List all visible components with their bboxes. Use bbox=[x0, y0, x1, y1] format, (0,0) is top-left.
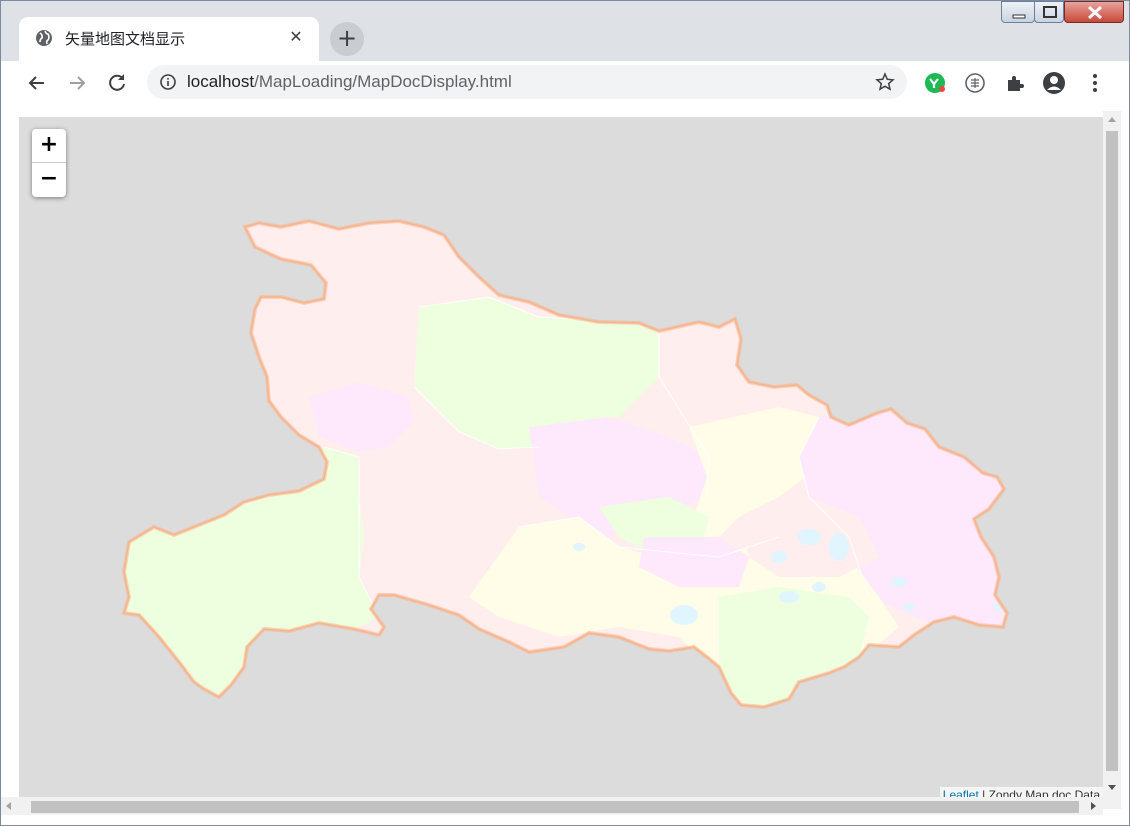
horizontal-scrollbar[interactable] bbox=[1, 797, 1103, 815]
minimize-icon bbox=[1012, 14, 1026, 19]
bookmark-star-icon[interactable] bbox=[875, 72, 895, 92]
address-bar[interactable]: localhost/MapLoading/MapDocDisplay.html bbox=[147, 65, 907, 99]
menu-kebab-icon[interactable] bbox=[1083, 71, 1107, 95]
page-viewport: + − Leaflet | Zondy Map doc Data bbox=[1, 105, 1129, 825]
extension-translate-icon[interactable] bbox=[963, 71, 987, 95]
scroll-down-arrow-icon[interactable] bbox=[1103, 781, 1121, 795]
browser-toolbar: localhost/MapLoading/MapDocDisplay.html bbox=[1, 61, 1129, 106]
reload-icon[interactable] bbox=[103, 69, 131, 97]
close-window-icon bbox=[1087, 5, 1103, 20]
horizontal-scroll-thumb[interactable] bbox=[31, 801, 1079, 813]
globe-icon bbox=[36, 30, 52, 46]
url-host: localhost bbox=[187, 72, 255, 91]
minimize-button[interactable] bbox=[1001, 1, 1035, 23]
extensions-puzzle-icon[interactable] bbox=[1003, 71, 1027, 95]
zoom-in-button[interactable]: + bbox=[32, 129, 66, 163]
zoom-out-button[interactable]: − bbox=[32, 163, 66, 196]
forward-icon[interactable] bbox=[63, 69, 91, 97]
window-close-button[interactable] bbox=[1064, 1, 1124, 23]
back-icon[interactable] bbox=[23, 69, 51, 97]
maximize-button[interactable] bbox=[1034, 1, 1064, 23]
zoom-control: + − bbox=[32, 129, 66, 197]
tab-strip: 矢量地图文档显示 ✕ + bbox=[1, 1, 1129, 61]
region-west-green[interactable] bbox=[119, 447, 379, 707]
close-tab-icon[interactable]: ✕ bbox=[287, 28, 305, 46]
scroll-right-arrow-icon[interactable] bbox=[1087, 797, 1101, 815]
scroll-left-arrow-icon[interactable] bbox=[1, 797, 15, 815]
map-container[interactable]: + − Leaflet | Zondy Map doc Data bbox=[19, 117, 1103, 803]
url-path: /MapLoading/MapDocDisplay.html bbox=[254, 72, 512, 91]
scroll-up-arrow-icon[interactable] bbox=[1103, 112, 1121, 126]
url-text[interactable]: localhost/MapLoading/MapDocDisplay.html bbox=[187, 72, 512, 92]
tab-title: 矢量地图文档显示 bbox=[65, 30, 186, 48]
vertical-scrollbar[interactable] bbox=[1103, 111, 1121, 809]
new-tab-button[interactable]: + bbox=[330, 22, 364, 56]
vertical-scroll-thumb[interactable] bbox=[1106, 131, 1118, 771]
maximize-icon bbox=[1043, 6, 1057, 18]
extension-green-icon[interactable] bbox=[923, 71, 947, 95]
vector-map[interactable] bbox=[19, 117, 1103, 803]
browser-window: 矢量地图文档显示 ✕ + localhost/MapLoading/MapDoc… bbox=[0, 0, 1130, 826]
tab-active[interactable]: 矢量地图文档显示 ✕ bbox=[19, 17, 319, 61]
info-icon[interactable] bbox=[159, 73, 177, 91]
profile-avatar-icon[interactable] bbox=[1042, 71, 1066, 95]
